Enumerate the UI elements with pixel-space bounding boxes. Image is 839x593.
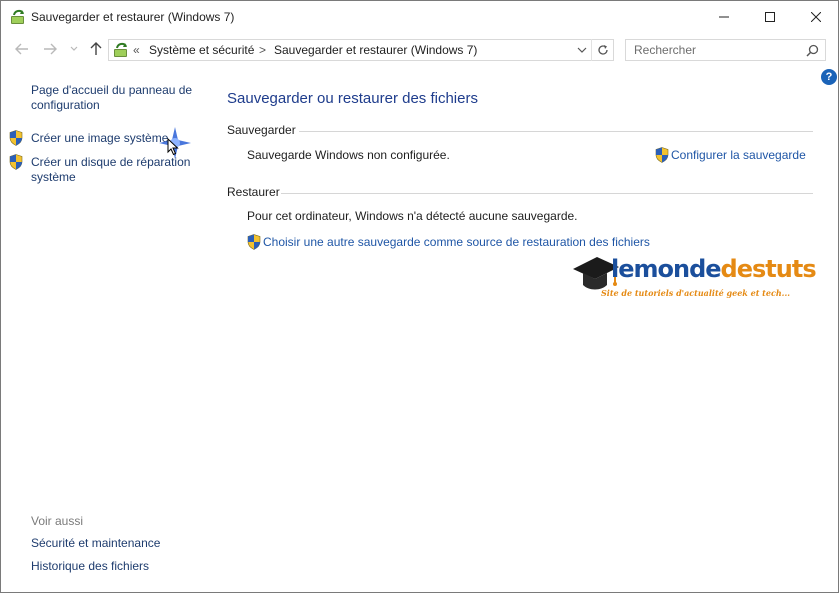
watermark-tagline: Site de tutoriels d'actualité geek et te… [601,288,791,298]
arrow-left-icon [15,43,28,55]
choose-other-backup-link[interactable]: Choisir une autre sauvegarde comme sourc… [263,235,650,249]
close-button[interactable] [793,1,839,32]
title-bar[interactable]: Sauvegarder et restaurer (Windows 7) [1,1,838,32]
breadcrumb-sauvegarder-restaurer[interactable]: Sauvegarder et restaurer (Windows 7) [274,43,477,57]
refresh-icon [597,45,608,55]
watermark-wordmark: lemondedestuts [611,255,817,283]
search-box[interactable] [625,39,826,61]
search-icon[interactable] [806,44,819,57]
maximize-icon [765,11,775,22]
watermark-word-part1: lemonde [611,255,722,283]
watermark-word-part2: destuts [720,255,817,283]
backup-restore-app-icon [11,9,24,24]
configure-backup-link[interactable]: Configurer la sauvegarde [671,148,806,162]
see-also-heading: Voir aussi [31,514,84,528]
page-title: Sauvegarder ou restaurer des fichiers [227,90,478,107]
sidebar-home-link[interactable]: Page d'accueil du panneau de configurati… [31,83,201,113]
restore-section-heading: Restaurer [227,185,280,199]
breadcrumb-separator[interactable]: > [259,43,266,57]
arrow-up-icon [90,42,102,55]
forward-button[interactable] [41,40,59,58]
backup-section-divider [299,131,813,132]
sidebar-link-security-maintenance[interactable]: Sécurité et maintenance [31,536,201,551]
up-button[interactable] [87,40,105,58]
mouse-pointer-icon [167,138,179,156]
uac-shield-icon [9,130,23,146]
main-content: Sauvegarder ou restaurer des fichiers Sa… [227,65,827,585]
uac-shield-icon [9,154,23,170]
control-panel-icon [114,42,127,57]
maximize-button[interactable] [747,1,793,32]
backup-section-heading: Sauvegarder [227,123,296,137]
chevron-down-icon [577,47,587,53]
search-input[interactable] [626,40,802,60]
backup-status-text: Sauvegarde Windows non configurée. [247,148,450,162]
minimize-button[interactable] [701,1,747,32]
sidebar-link-file-history[interactable]: Historique des fichiers [31,559,201,574]
restore-section-divider [281,193,813,194]
uac-shield-icon [247,234,261,250]
backup-restore-window: Sauvegarder et restaurer (Windows 7) « S… [0,0,839,593]
address-history-dropdown[interactable] [575,43,589,57]
close-icon [811,11,821,22]
back-button[interactable] [13,40,31,58]
breadcrumb-systeme-securite[interactable]: Système et sécurité [149,43,254,57]
minimize-icon [719,16,729,17]
recent-locations-button[interactable] [65,40,83,58]
watermark-logo: lemondedestuts Site de tutoriels d'actua… [571,251,817,309]
breadcrumb-overflow[interactable]: « [133,43,140,57]
chevron-down-icon [70,46,78,51]
window-title: Sauvegarder et restaurer (Windows 7) [31,10,235,24]
navigation-bar: « Système et sécurité > Sauvegarder et r… [1,34,838,64]
refresh-button[interactable] [591,39,613,61]
uac-shield-icon [655,147,669,163]
arrow-right-icon [44,43,57,55]
address-bar[interactable]: « Système et sécurité > Sauvegarder et r… [108,39,614,61]
restore-status-text: Pour cet ordinateur, Windows n'a détecté… [247,209,578,223]
